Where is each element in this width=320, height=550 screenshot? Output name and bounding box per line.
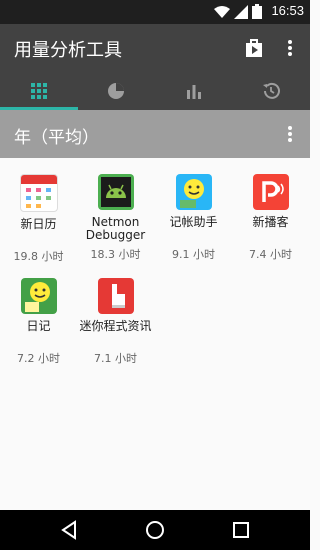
app-tile[interactable]: Netmon Debugger 18.3 小时 [77, 158, 154, 262]
wifi-icon [214, 5, 230, 18]
app-name: Netmon Debugger [85, 215, 146, 242]
app-name: 新日历 [20, 217, 57, 231]
android-icon [97, 174, 134, 210]
app-tile[interactable]: 迷你程式资讯 7.1 小时 [77, 262, 154, 366]
app-name: 迷你程式资讯 [79, 319, 152, 333]
play-store-icon[interactable] [242, 36, 266, 60]
pie-chart-icon [108, 83, 125, 99]
app-tile[interactable]: 新日历 19.8 小时 [0, 158, 77, 264]
app-bar: 用量分析工具 [0, 24, 310, 72]
grid-icon [30, 83, 47, 99]
diary-icon [20, 278, 57, 314]
app-tile[interactable]: 日记 7.2 小时 [0, 262, 77, 366]
tab-bar-chart[interactable] [155, 72, 233, 110]
app-tile[interactable]: 记帐助手 9.1 小时 [155, 158, 232, 262]
battery-icon [252, 4, 262, 19]
tab-history[interactable] [233, 72, 311, 110]
app-usage: 7.4 小时 [249, 248, 292, 261]
status-bar: 16:53 [0, 0, 310, 24]
app-usage: 18.3 小时 [90, 248, 141, 261]
home-icon[interactable] [143, 518, 167, 542]
history-icon [263, 82, 281, 99]
status-time: 16:53 [271, 3, 304, 18]
recents-icon[interactable] [229, 518, 253, 542]
overflow-menu-icon[interactable] [280, 36, 300, 60]
period-menu-icon[interactable] [280, 122, 300, 146]
pointer-icon [97, 278, 134, 314]
tab-pie[interactable] [78, 72, 156, 110]
app-tile[interactable]: 新播客 7.4 小时 [232, 158, 309, 262]
page-title: 用量分析工具 [14, 40, 122, 61]
app-usage-grid: 新日历 19.8 小时 Netmon Debugger 18.3 小时 记帐助手 [0, 158, 310, 510]
status-icons [214, 4, 262, 19]
bar-chart-icon [186, 85, 201, 99]
podcast-icon [252, 174, 289, 210]
signal-icon [234, 4, 248, 19]
app-usage: 7.2 小时 [17, 352, 60, 365]
app-usage: 7.1 小时 [94, 352, 137, 365]
app-name: 记帐助手 [169, 215, 218, 229]
period-header: 年（平均） [0, 110, 310, 158]
period-title: 年（平均） [14, 128, 99, 148]
navigation-bar [0, 510, 310, 550]
app-name: 新播客 [252, 215, 289, 229]
app-usage: 9.1 小时 [172, 248, 215, 261]
app-name: 日记 [26, 319, 51, 333]
tab-grid[interactable] [0, 72, 78, 110]
tab-bar [0, 72, 310, 110]
calendar-icon [19, 174, 58, 212]
smiley-money-icon [175, 174, 212, 210]
back-icon[interactable] [57, 518, 81, 542]
